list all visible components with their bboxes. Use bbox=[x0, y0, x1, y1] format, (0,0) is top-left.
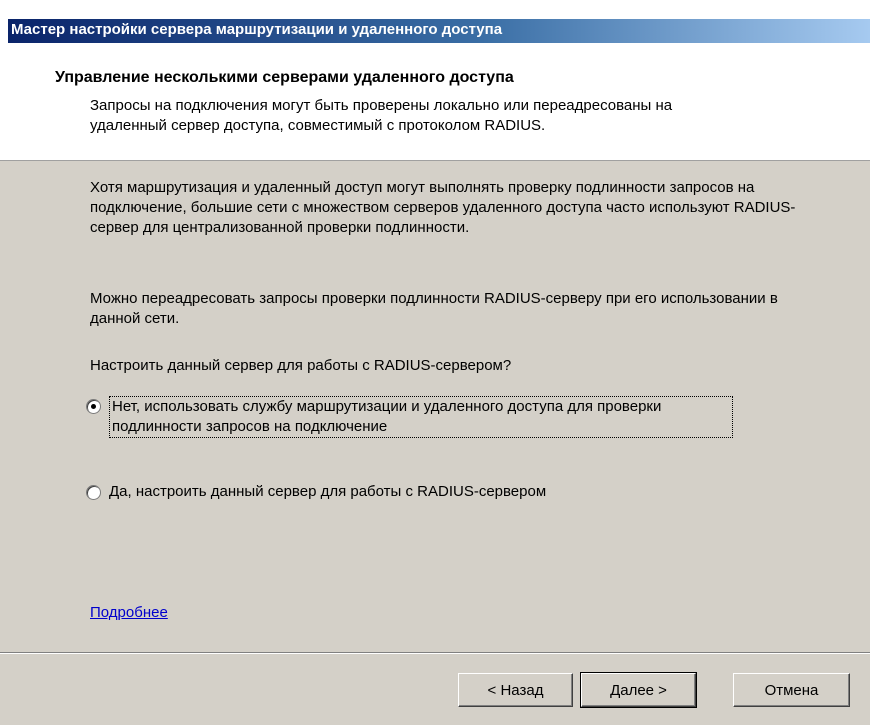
description-paragraph-2: Можно переадресовать запросы проверки по… bbox=[90, 290, 778, 327]
radio-button-unchecked[interactable] bbox=[86, 485, 101, 500]
radio-button-checked[interactable] bbox=[86, 399, 101, 414]
page-subtitle: Запросы на подключения могут быть провер… bbox=[90, 97, 673, 134]
page-title: Управление несколькими серверами удаленн… bbox=[55, 69, 514, 86]
more-info-link[interactable]: Подробнее bbox=[90, 604, 168, 621]
cancel-button[interactable]: Отмена bbox=[733, 673, 850, 707]
footer-separator bbox=[0, 652, 870, 654]
radio-option-no-label[interactable]: Нет, использовать службу маршрутизации и… bbox=[109, 396, 733, 438]
radio-option-yes-label[interactable]: Да, настроить данный сервер для работы с… bbox=[109, 482, 546, 502]
wizard-header: Управление несколькими серверами удаленн… bbox=[0, 43, 870, 161]
question-label: Настроить данный сервер для работы с RAD… bbox=[90, 357, 512, 374]
back-button[interactable]: < Назад bbox=[458, 673, 573, 707]
title-bar: Мастер настройки сервера маршрутизации и… bbox=[0, 0, 870, 43]
radio-option-no[interactable]: Нет, использовать службу маршрутизации и… bbox=[86, 396, 733, 438]
radio-option-yes[interactable]: Да, настроить данный сервер для работы с… bbox=[86, 482, 546, 502]
window-title: Мастер настройки сервера маршрутизации и… bbox=[11, 21, 503, 38]
next-button[interactable]: Далее > bbox=[580, 672, 697, 708]
description-paragraph-1: Хотя маршрутизация и удаленный доступ мо… bbox=[90, 179, 796, 236]
